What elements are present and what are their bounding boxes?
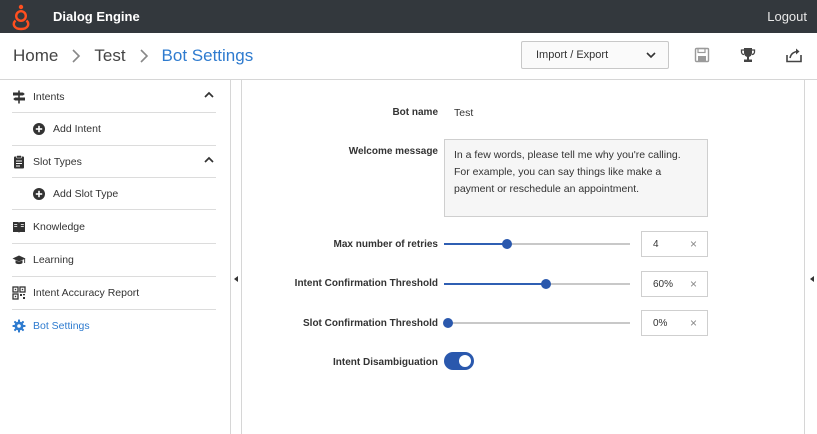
slider-fill <box>444 283 547 285</box>
chevron-right-icon <box>139 49 148 63</box>
intent-threshold-label: Intent Confirmation Threshold <box>294 278 438 289</box>
sidebar-item-label: Learning <box>33 253 74 266</box>
max-retries-value: 4 <box>653 239 659 250</box>
sidebar-item-knowledge[interactable]: Knowledge <box>12 210 216 243</box>
welcome-message-label: Welcome message <box>348 146 438 157</box>
slider-track <box>444 322 630 324</box>
collapse-left-toggle[interactable] <box>231 80 242 434</box>
clear-icon[interactable]: × <box>690 278 697 290</box>
intent-threshold-value: 60% <box>653 279 674 290</box>
sidebar-item-add-slot-type[interactable]: Add Slot Type <box>33 177 216 210</box>
slider-fill <box>444 243 508 245</box>
top-bar: Dialog Engine Logout <box>0 0 817 33</box>
sidebar-item-label: Add Intent <box>53 122 101 135</box>
clear-icon[interactable]: × <box>690 317 697 329</box>
toggle-knob <box>459 355 471 367</box>
book-icon <box>13 221 25 233</box>
breadcrumb-home[interactable]: Home <box>13 46 58 66</box>
bot-settings-form: Bot name Test Welcome message In a few w… <box>243 80 804 434</box>
chevron-up-icon[interactable] <box>204 156 214 164</box>
gear-icon <box>12 319 26 332</box>
bot-name-value: Test <box>454 107 474 119</box>
intent-threshold-slider[interactable] <box>444 277 630 291</box>
app-title: Dialog Engine <box>53 9 140 24</box>
slider-thumb[interactable] <box>502 239 513 249</box>
qr-report-icon <box>12 285 26 300</box>
clear-icon[interactable]: × <box>690 238 697 250</box>
intent-threshold-field[interactable]: 60% × <box>641 271 708 297</box>
breadcrumb-test[interactable]: Test <box>94 46 125 66</box>
chevron-down-icon <box>646 52 656 59</box>
share-icon[interactable] <box>785 46 803 64</box>
max-retries-slider[interactable] <box>444 237 630 251</box>
clipboard-icon <box>14 154 24 168</box>
sidebar-item-label: Intent Accuracy Report <box>33 286 140 299</box>
import-export-label: Import / Export <box>536 49 609 61</box>
sidebar-item-slot-types[interactable]: Slot Types <box>12 145 216 178</box>
page-header: Home Test Bot Settings Import / Export <box>0 33 817 80</box>
breadcrumb-bot-settings: Bot Settings <box>161 46 254 65</box>
welcome-message-textarea[interactable]: In a few words, please tell me why you'r… <box>444 139 708 217</box>
sidebar-item-label: Intents <box>33 90 65 103</box>
sidebar-item-label: Add Slot Type <box>53 187 119 200</box>
collapse-right-toggle[interactable] <box>804 80 817 434</box>
save-icon[interactable] <box>693 46 711 64</box>
bot-name-label: Bot name <box>392 107 438 118</box>
triangle-left-icon <box>810 276 814 282</box>
sidebar: Intents Add Intent Slot Types Add Slot T… <box>0 80 231 434</box>
intent-disambiguation-toggle[interactable] <box>444 352 474 370</box>
logout-link[interactable]: Logout <box>767 9 807 24</box>
sidebar-item-intent-accuracy-report[interactable]: Intent Accuracy Report <box>12 276 216 309</box>
graduation-cap-icon <box>12 255 26 264</box>
import-export-dropdown[interactable]: Import / Export <box>521 41 669 69</box>
sidebar-item-label: Knowledge <box>33 220 85 233</box>
slider-thumb[interactable] <box>442 318 453 328</box>
breadcrumb: Home Test Bot Settings <box>13 46 253 66</box>
sidebar-item-label: Slot Types <box>33 155 82 168</box>
max-retries-label: Max number of retries <box>333 239 438 250</box>
slot-threshold-label: Slot Confirmation Threshold <box>303 318 438 329</box>
sidebar-item-label: Bot Settings <box>33 319 90 332</box>
slot-threshold-slider[interactable] <box>442 316 630 330</box>
max-retries-field[interactable]: 4 × <box>641 231 708 257</box>
trophy-icon[interactable] <box>739 46 757 64</box>
slot-threshold-field[interactable]: 0% × <box>641 310 708 336</box>
sidebar-item-learning[interactable]: Learning <box>12 243 216 276</box>
sidebar-item-add-intent[interactable]: Add Intent <box>33 112 216 145</box>
add-circle-icon <box>33 122 45 135</box>
triangle-left-icon <box>234 276 238 282</box>
add-circle-icon <box>33 187 45 200</box>
sidebar-item-bot-settings[interactable]: Bot Settings <box>12 309 216 342</box>
slider-thumb[interactable] <box>541 279 552 289</box>
chevron-up-icon[interactable] <box>204 91 214 99</box>
sidebar-item-intents[interactable]: Intents <box>12 80 216 113</box>
chevron-right-icon <box>72 49 81 63</box>
slot-threshold-value: 0% <box>653 318 668 329</box>
genesys-logo-icon <box>12 4 30 31</box>
intent-disambiguation-label: Intent Disambiguation <box>333 357 438 368</box>
signpost-icon <box>13 90 25 103</box>
